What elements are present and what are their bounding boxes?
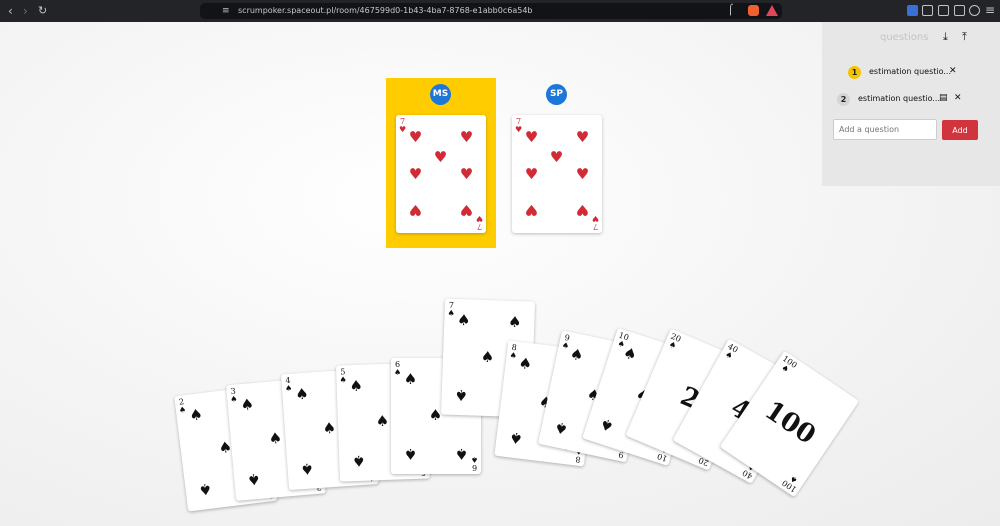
question-text: estimation questio...	[869, 67, 951, 76]
heart-icon: ♥	[575, 165, 590, 183]
extension-icon[interactable]	[907, 5, 918, 16]
back-icon[interactable]: ‹	[8, 3, 13, 19]
card-value: 100	[759, 395, 821, 451]
question-number: 1	[848, 66, 861, 79]
puzzle-icon[interactable]	[922, 5, 933, 16]
card-corner-top: 8 ♠	[509, 342, 518, 361]
spade-icon: ♠	[267, 428, 283, 448]
panel-title: questions	[880, 32, 929, 43]
address-bar[interactable]: ≡ scrumpoker.spaceout.pl/room/467599d0-1…	[200, 3, 782, 19]
wallet-icon[interactable]	[954, 5, 965, 16]
played-card: 7 ♥ ♥ ♥ ♥ ♥ ♥ ♥ ♥ 7 ♥	[396, 115, 486, 233]
question-text: estimation questio...	[858, 94, 940, 103]
brave-shield-icon[interactable]	[748, 5, 759, 16]
played-card: 7 ♥ ♥ ♥ ♥ ♥ ♥ ♥ ♥ 7 ♥	[512, 115, 602, 233]
spade-icon: ♠	[620, 343, 640, 365]
reload-icon[interactable]: ↻	[38, 3, 47, 19]
card-corner-top: 7 ♠	[447, 300, 455, 318]
spade-icon: ♠	[375, 411, 390, 431]
spade-icon: ♠	[294, 384, 310, 404]
site-settings-icon[interactable]: ≡	[222, 3, 230, 19]
question-number: 2	[837, 93, 850, 106]
url-text: scrumpoker.spaceout.pl/room/467599d0-1b4…	[238, 6, 533, 15]
spade-icon: ♠	[403, 445, 418, 463]
leo-icon[interactable]	[969, 5, 980, 16]
spade-icon: ♠	[597, 414, 617, 436]
player-sp: SP 7 ♥ ♥ ♥ ♥ ♥ ♥ ♥ ♥ 7 ♥	[502, 78, 612, 248]
poker-room: MS 7 ♥ ♥ ♥ ♥ ♥ ♥ ♥ ♥ 7 ♥ SP 7 ♥ ♥ ♥ ♥ ♥ ♥ ♥…	[0, 22, 1000, 526]
browser-toolbar: ‹ › ↻ ☐ ≡ scrumpoker.spaceout.pl/room/46…	[0, 0, 1000, 22]
share-icon[interactable]: ⌠	[728, 3, 733, 19]
card-corner-top: 6 ♠	[394, 360, 402, 377]
card-corner-top: 100 ♠	[779, 354, 799, 375]
spade-icon: ♠	[456, 310, 471, 330]
heart-icon: ♥	[459, 128, 474, 146]
heart-icon: ♥	[459, 201, 474, 219]
spade-icon: ♠	[552, 417, 570, 439]
spade-icon: ♠	[188, 405, 204, 425]
question-item[interactable]: 2 estimation questio... ▤ ✕	[822, 91, 1000, 111]
brave-rewards-icon[interactable]	[766, 5, 778, 16]
hamburger-menu-icon[interactable]: ≡	[985, 2, 995, 18]
add-question-input[interactable]	[833, 119, 937, 140]
avatar: SP	[546, 84, 567, 105]
heart-icon: ♥	[408, 165, 423, 183]
card-corner-top: 5 ♠	[339, 367, 347, 385]
spade-icon: ♠	[507, 312, 522, 332]
heart-icon: ♥	[575, 201, 590, 219]
heart-icon: ♥	[524, 165, 539, 183]
spade-icon: ♠	[517, 353, 534, 374]
add-question-button[interactable]: Add	[942, 120, 978, 140]
heart-icon: ♥	[459, 165, 474, 183]
spade-icon: ♠	[480, 347, 495, 367]
player-ms: MS 7 ♥ ♥ ♥ ♥ ♥ ♥ ♥ ♥ 7 ♥	[386, 78, 496, 248]
heart-icon: ♥	[524, 128, 539, 146]
card-corner-top: 4 ♠	[284, 375, 293, 394]
download-icon[interactable]: ⤓	[943, 30, 948, 44]
spade-icon: ♠	[322, 418, 337, 438]
spade-icon: ♠	[246, 469, 262, 489]
card-corner-bottom: 6 ♠	[470, 455, 478, 472]
card-corner-top: 3 ♠	[229, 386, 238, 405]
spade-icon: ♠	[568, 344, 586, 365]
spade-icon: ♠	[299, 459, 315, 479]
forward-icon[interactable]: ›	[23, 3, 28, 19]
card-corner-top: 2 ♠	[178, 397, 187, 415]
heart-icon: ♥	[575, 128, 590, 146]
heart-icon: ♥	[549, 148, 564, 166]
card-corner-top: 20 ♠	[667, 331, 683, 351]
spade-icon: ♠	[403, 370, 418, 388]
card-corner-top: 40 ♠	[723, 341, 740, 362]
spade-icon: ♠	[349, 376, 364, 396]
spade-icon: ♠	[197, 479, 214, 500]
upload-icon[interactable]: ⤒	[962, 30, 967, 44]
questions-panel: questions ⤓ ⤒ 1 estimation questio... ✕ …	[822, 22, 1000, 186]
question-item[interactable]: 1 estimation questio... ✕	[822, 64, 1000, 84]
spade-icon: ♠	[351, 451, 366, 471]
heart-icon: ♥	[408, 201, 423, 219]
sidebar-icon[interactable]	[938, 5, 949, 16]
spade-icon: ♠	[508, 428, 524, 448]
spade-icon: ♠	[454, 385, 469, 405]
book-icon[interactable]: ▤	[939, 93, 948, 103]
heart-icon: ♥	[524, 201, 539, 219]
heart-icon: ♥	[433, 148, 448, 166]
card-corner-bottom: 100 ♠	[780, 473, 800, 494]
spade-icon: ♠	[454, 445, 469, 463]
card-corner-top: 7 ♥	[399, 117, 407, 134]
spade-icon: ♠	[239, 395, 255, 415]
card-corner-bottom: 7 ♥	[591, 214, 599, 231]
close-icon[interactable]: ✕	[949, 66, 957, 76]
avatar: MS	[430, 84, 451, 105]
heart-icon: ♥	[408, 128, 423, 146]
card-corner-bottom: 7 ♥	[475, 214, 483, 231]
card-corner-top: 7 ♥	[515, 117, 523, 134]
close-icon[interactable]: ✕	[954, 93, 962, 103]
